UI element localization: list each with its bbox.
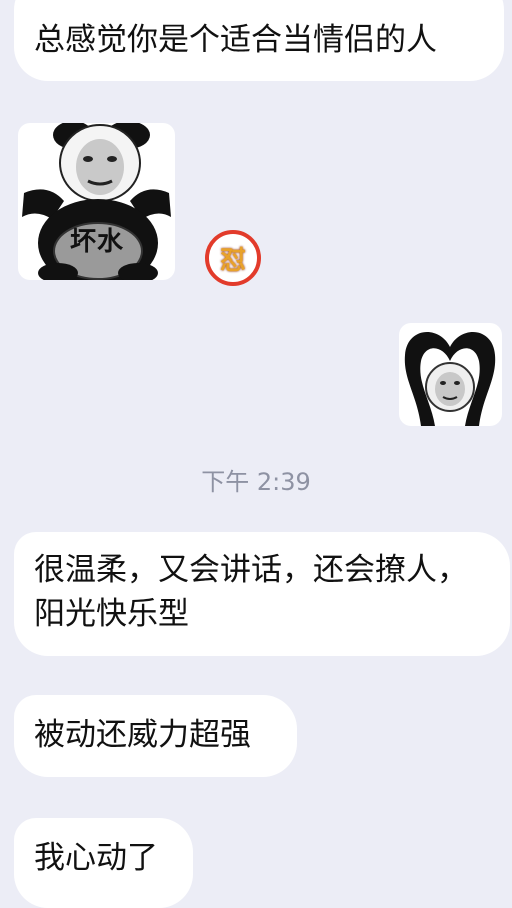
reaction-badge[interactable]: 怼 [205,230,261,286]
panda-heart-arms-sticker[interactable] [399,323,502,426]
message-text: 被动还威力超强 [34,717,251,753]
message-bubble[interactable]: 被动还威力超强 [14,695,297,777]
message-text: 我心动了 [34,840,158,876]
sticker-caption: 坏水 [69,227,124,257]
message-bubble[interactable]: 我心动了 [14,818,193,908]
message-timestamp: 下午 2:39 [201,468,311,496]
panda-heart-icon [404,332,496,426]
message-bubble[interactable]: 很温柔，又会讲话，还会撩人， 阳光快乐型 [14,532,510,656]
message-bubble[interactable]: 总感觉你是个适合当情侣的人 [14,0,504,81]
message-text: 总感觉你是个适合当情侣的人 [34,22,437,58]
panda-meme-sticker[interactable]: 坏水 [18,123,175,280]
message-text: 很温柔，又会讲话，还会撩人， 阳光快乐型 [34,552,468,632]
reaction-glyph: 怼 [219,245,246,276]
